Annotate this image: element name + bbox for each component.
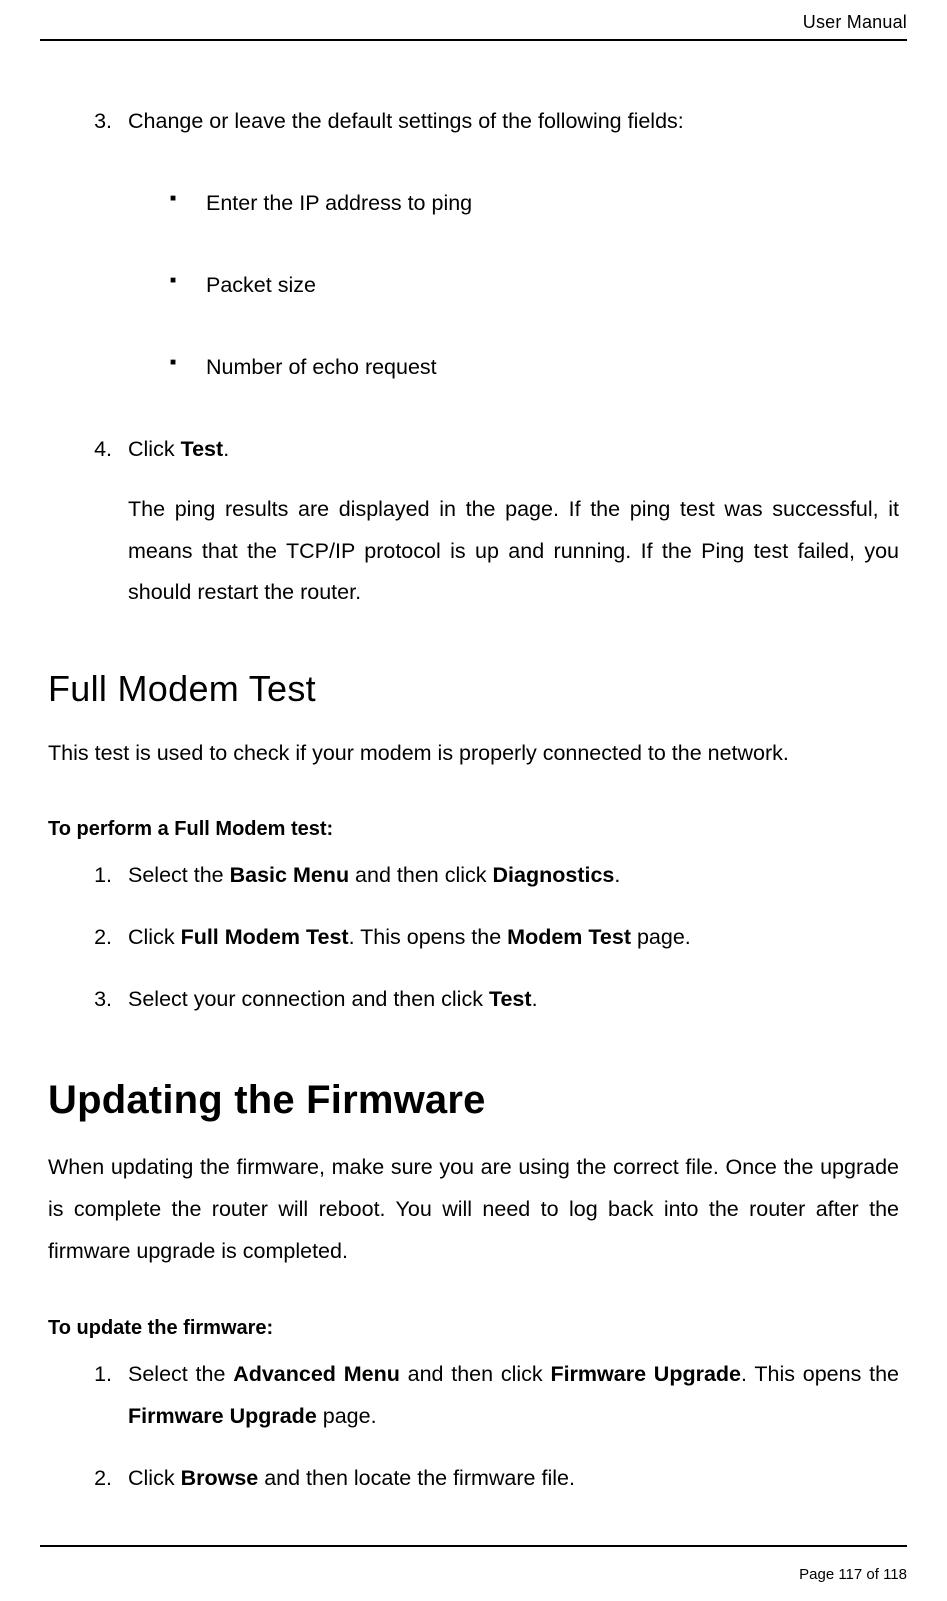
bold-text: Full Modem Test bbox=[181, 925, 349, 949]
sub-heading: To perform a Full Modem test: bbox=[48, 810, 899, 849]
bold-text: Test bbox=[489, 987, 532, 1011]
text: and then click bbox=[349, 863, 492, 887]
ordered-list-3: Select the Advanced Menu and then click … bbox=[48, 1354, 899, 1500]
text: and then locate the firmware file. bbox=[258, 1466, 575, 1490]
sub-heading: To update the firmware: bbox=[48, 1309, 899, 1348]
ordered-list-2: Select the Basic Menu and then click Dia… bbox=[48, 855, 899, 1021]
text: Select the bbox=[128, 1362, 233, 1386]
list-item: Select the Basic Menu and then click Dia… bbox=[118, 855, 899, 897]
bold-text: Diagnostics bbox=[493, 863, 615, 887]
list-item: Enter the IP address to ping bbox=[188, 183, 899, 225]
bold-text: Advanced Menu bbox=[233, 1362, 400, 1386]
text: page. bbox=[317, 1404, 377, 1428]
text: Click bbox=[128, 1466, 181, 1490]
text: page. bbox=[631, 925, 691, 949]
paragraph: This test is used to check if your modem… bbox=[48, 733, 899, 775]
paragraph: When updating the firmware, make sure yo… bbox=[48, 1147, 899, 1273]
text: . bbox=[223, 437, 229, 461]
text: Select your connection and then click bbox=[128, 987, 489, 1011]
chapter-heading: Updating the Firmware bbox=[48, 1061, 899, 1139]
bold-text: Modem Test bbox=[507, 925, 631, 949]
bold-text: Firmware Upgrade bbox=[128, 1404, 317, 1428]
text: . This opens the bbox=[349, 925, 508, 949]
list-item: Select the Advanced Menu and then click … bbox=[118, 1354, 899, 1438]
list-item: Click Test. The ping results are display… bbox=[118, 429, 899, 615]
text: Change or leave the default settings of … bbox=[128, 109, 684, 133]
paragraph: The ping results are displayed in the pa… bbox=[128, 489, 899, 615]
bold-text: Browse bbox=[181, 1466, 259, 1490]
text: and then click bbox=[400, 1362, 551, 1386]
header-title: User Manual bbox=[40, 0, 907, 39]
text: Click bbox=[128, 925, 181, 949]
list-item: Click Full Modem Test. This opens the Mo… bbox=[118, 917, 899, 959]
bold-text: Basic Menu bbox=[230, 863, 349, 887]
text: . This opens the bbox=[741, 1362, 899, 1386]
section-heading: Full Modem Test bbox=[48, 654, 899, 724]
list-item: Change or leave the default settings of … bbox=[118, 101, 899, 389]
text: Enter the IP address to ping bbox=[206, 191, 472, 215]
text: Select the bbox=[128, 863, 230, 887]
list-item: Click Browse and then locate the firmwar… bbox=[118, 1458, 899, 1500]
list-item: Packet size bbox=[188, 265, 899, 307]
bullet-list: Enter the IP address to ping Packet size… bbox=[128, 183, 899, 389]
text: . bbox=[614, 863, 620, 887]
bold-text: Test bbox=[181, 437, 224, 461]
list-item: Select your connection and then click Te… bbox=[118, 979, 899, 1021]
page-number: Page 117 of 118 bbox=[799, 1566, 907, 1583]
text: . bbox=[532, 987, 538, 1011]
page: User Manual Change or leave the default … bbox=[0, 0, 947, 1601]
text: Packet size bbox=[206, 273, 316, 297]
text: Number of echo request bbox=[206, 355, 437, 379]
footer-rule bbox=[40, 1545, 907, 1547]
content: Change or leave the default settings of … bbox=[40, 41, 907, 1500]
list-item: Number of echo request bbox=[188, 347, 899, 389]
bold-text: Firmware Upgrade bbox=[550, 1362, 741, 1386]
ordered-list-1: Change or leave the default settings of … bbox=[48, 101, 899, 614]
text: Click bbox=[128, 437, 181, 461]
